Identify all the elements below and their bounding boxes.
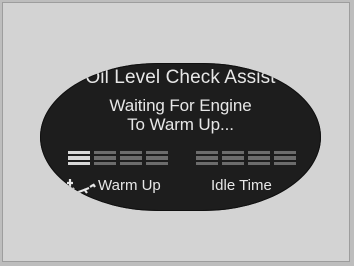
idle-time-segment-1-row-3 xyxy=(196,162,218,165)
status-message-line-1: Waiting For Engine xyxy=(109,96,252,115)
warm-up-segment-2-row-1 xyxy=(94,151,116,154)
warm-up-progress-segments xyxy=(68,151,171,167)
warm-up-segment-3-row-3 xyxy=(120,162,142,165)
idle-time-progress-bar xyxy=(196,151,299,167)
screenshot-frame: Oil Level Check Assist Waiting For Engin… xyxy=(2,2,350,262)
idle-time-segment-2-row-3 xyxy=(222,162,244,165)
warm-up-segment-2-row-3 xyxy=(94,162,116,165)
idle-time-segment-2-row-2 xyxy=(222,156,244,160)
warm-up-progress-bar xyxy=(68,151,171,167)
oil-level-icon xyxy=(62,179,96,195)
idle-time-segment-3-row-1 xyxy=(248,151,270,154)
warm-up-segment-4-row-3 xyxy=(146,162,168,165)
idle-time-segment-3-row-3 xyxy=(248,162,270,165)
warm-up-label: Warm Up xyxy=(98,177,161,194)
idle-time-segment-4-row-2 xyxy=(274,156,296,160)
idle-time-segment-4-row-3 xyxy=(274,162,296,165)
idle-time-segment-2-row-1 xyxy=(222,151,244,154)
warm-up-segment-3-row-2 xyxy=(120,156,142,160)
idle-time-label: Idle Time xyxy=(211,177,272,194)
idle-time-progress-segments xyxy=(196,151,299,167)
warm-up-segment-4-row-2 xyxy=(146,156,168,160)
idle-time-segment-1-row-2 xyxy=(196,156,218,160)
idle-time-segment-1-row-1 xyxy=(196,151,218,154)
warm-up-segment-1-row-1 xyxy=(68,151,90,154)
idle-time-segment-3-row-2 xyxy=(248,156,270,160)
instrument-display: Oil Level Check Assist Waiting For Engin… xyxy=(40,63,321,211)
warm-up-segment-3-row-1 xyxy=(120,151,142,154)
display-title: Oil Level Check Assist xyxy=(85,67,276,88)
warm-up-segment-4-row-1 xyxy=(146,151,168,154)
idle-time-segment-4-row-1 xyxy=(274,151,296,154)
warm-up-segment-2-row-2 xyxy=(94,156,116,160)
warm-up-segment-1-row-2 xyxy=(68,156,90,160)
warm-up-segment-1-row-3 xyxy=(68,162,90,165)
status-message-line-2: To Warm Up... xyxy=(127,115,234,134)
